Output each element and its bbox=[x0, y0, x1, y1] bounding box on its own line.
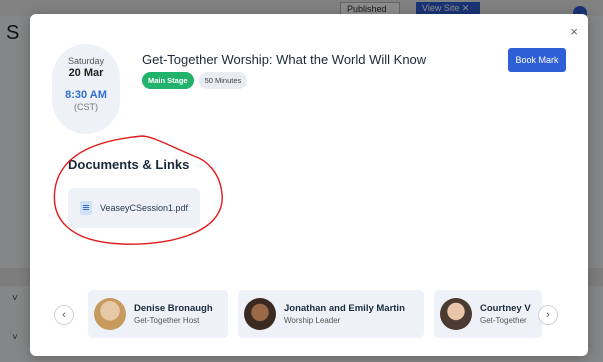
speaker-card[interactable]: Jonathan and Emily Martin Worship Leader bbox=[238, 290, 424, 338]
bookmark-button[interactable]: Book Mark bbox=[508, 48, 566, 72]
document-link[interactable]: VeaseyCSession1.pdf bbox=[68, 188, 200, 228]
speaker-role: Get-Together Host bbox=[134, 316, 200, 325]
session-date: 20 Mar bbox=[68, 67, 104, 79]
session-day: Saturday bbox=[67, 56, 105, 66]
speaker-name: Courtney V bbox=[480, 303, 531, 314]
session-tags: Main Stage 50 Minutes bbox=[142, 72, 248, 89]
carousel-prev-button[interactable]: ‹ bbox=[54, 305, 74, 325]
speaker-card[interactable]: Denise Bronaugh Get-Together Host bbox=[88, 290, 228, 338]
speaker-name: Denise Bronaugh bbox=[134, 303, 213, 314]
speaker-avatar bbox=[440, 298, 472, 330]
session-modal: × Saturday 20 Mar 8:30 AM (CST) Get-Toge… bbox=[30, 14, 588, 356]
speaker-role: Get-Together bbox=[480, 316, 527, 325]
session-date-badge: Saturday 20 Mar 8:30 AM (CST) bbox=[52, 44, 120, 134]
session-time: 8:30 AM bbox=[65, 89, 107, 101]
close-icon[interactable]: × bbox=[570, 24, 578, 39]
session-title: Get-Together Worship: What the World Wil… bbox=[142, 52, 427, 67]
duration-tag: 50 Minutes bbox=[198, 72, 248, 89]
speakers-carousel: ‹ Denise Bronaugh Get-Together Host Jona… bbox=[30, 290, 588, 338]
session-timezone: (CST) bbox=[74, 102, 98, 112]
speaker-role: Worship Leader bbox=[284, 316, 341, 325]
documents-heading: Documents & Links bbox=[68, 157, 190, 172]
stage-tag: Main Stage bbox=[142, 72, 194, 89]
speaker-card[interactable]: Courtney V Get-Together bbox=[434, 290, 542, 338]
document-name: VeaseyCSession1.pdf bbox=[100, 203, 189, 213]
document-icon bbox=[80, 201, 92, 215]
speaker-avatar bbox=[94, 298, 126, 330]
speaker-avatar bbox=[244, 298, 276, 330]
carousel-next-button[interactable]: › bbox=[538, 305, 558, 325]
speaker-name: Jonathan and Emily Martin bbox=[284, 303, 405, 314]
